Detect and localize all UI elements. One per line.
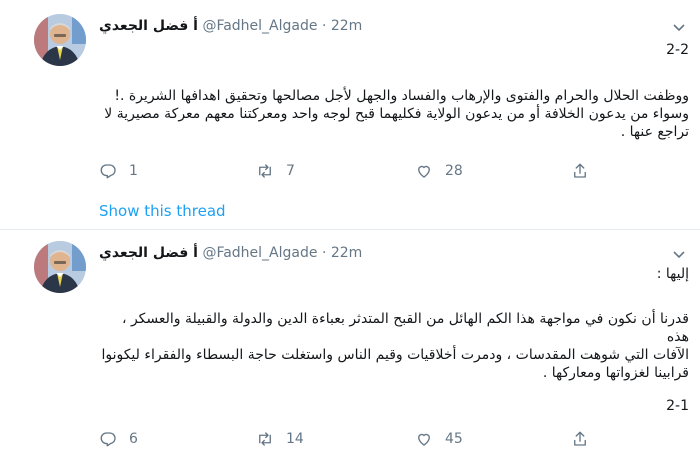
retweet-button[interactable]: 14 <box>256 427 304 451</box>
tweet-actions: 1 7 28 <box>99 159 699 183</box>
like-button[interactable]: 28 <box>415 159 463 183</box>
tweet-2[interactable]: أ فضل الجعدي @Fadhel_Algade · 22m إليها … <box>0 230 700 463</box>
chevron-down-icon[interactable] <box>672 246 686 260</box>
retweet-count: 14 <box>286 431 304 447</box>
tweet-1[interactable]: أ فضل الجعدي @Fadhel_Algade · 22m 2-2 وو… <box>0 0 700 230</box>
tweet-text-line: قدرنا أن نكون في مواجهة هذا الكم الهائل … <box>121 311 689 345</box>
tweet-header: أ فضل الجعدي @Fadhel_Algade · 22m <box>99 244 362 262</box>
share-button[interactable] <box>571 159 589 183</box>
avatar-image <box>34 241 86 293</box>
avatar[interactable] <box>34 241 86 293</box>
retweet-button[interactable]: 7 <box>256 159 295 183</box>
reply-button[interactable]: 1 <box>99 159 138 183</box>
avatar-image <box>34 14 86 66</box>
retweet-icon <box>259 432 271 446</box>
timestamp[interactable]: 22m <box>331 245 362 261</box>
separator-dot: · <box>321 18 327 34</box>
like-count: 45 <box>445 431 463 447</box>
tweet-text-line: تراجع عنها . <box>620 124 689 140</box>
share-icon <box>574 163 586 178</box>
tweet-text-line: ووظفت الحلال والحرام والفتوى والإرهاب وا… <box>114 88 689 104</box>
like-count: 28 <box>445 163 463 179</box>
like-icon <box>418 165 430 178</box>
separator-dot: · <box>321 245 327 261</box>
author-name[interactable]: أ فضل الجعدي <box>99 245 198 261</box>
tweet-text-line: قرابينا لغزواتها ومعاركها . <box>542 365 689 381</box>
timestamp[interactable]: 22m <box>331 18 362 34</box>
tweet-actions: 6 14 45 <box>99 427 699 451</box>
avatar[interactable] <box>34 14 86 66</box>
reply-count: 6 <box>129 431 138 447</box>
tweet-text: قدرنا أن نكون في مواجهة هذا الكم الهائل … <box>99 310 689 382</box>
chevron-down-icon[interactable] <box>672 19 686 33</box>
tweet-intro: إليها : <box>656 266 689 282</box>
reply-icon <box>100 164 116 179</box>
author-name[interactable]: أ فضل الجعدي <box>99 18 198 34</box>
like-icon <box>418 433 430 446</box>
like-button[interactable]: 45 <box>415 427 463 451</box>
author-handle[interactable]: @Fadhel_Algade <box>202 245 317 261</box>
thread-counter: 2-2 <box>666 42 689 58</box>
reply-button[interactable]: 6 <box>99 427 138 451</box>
retweet-icon <box>259 164 271 178</box>
tweet-header: أ فضل الجعدي @Fadhel_Algade · 22m <box>99 17 362 35</box>
tweet-text-line: وسواء من يدعون الخلافة أو من يدعون الولا… <box>104 106 689 122</box>
share-icon <box>574 431 586 446</box>
author-handle[interactable]: @Fadhel_Algade <box>202 18 317 34</box>
reply-icon <box>100 432 116 447</box>
tweet-text: ووظفت الحلال والحرام والفتوى والإرهاب وا… <box>99 87 689 141</box>
share-button[interactable] <box>571 427 589 451</box>
show-thread-link[interactable]: Show this thread <box>99 202 226 220</box>
thread-counter: 2-1 <box>666 398 689 414</box>
tweet-text-line: الآفات التي شوهت المقدسات ، ودمرت أخلاقي… <box>101 347 689 363</box>
retweet-count: 7 <box>286 163 295 179</box>
reply-count: 1 <box>129 163 138 179</box>
